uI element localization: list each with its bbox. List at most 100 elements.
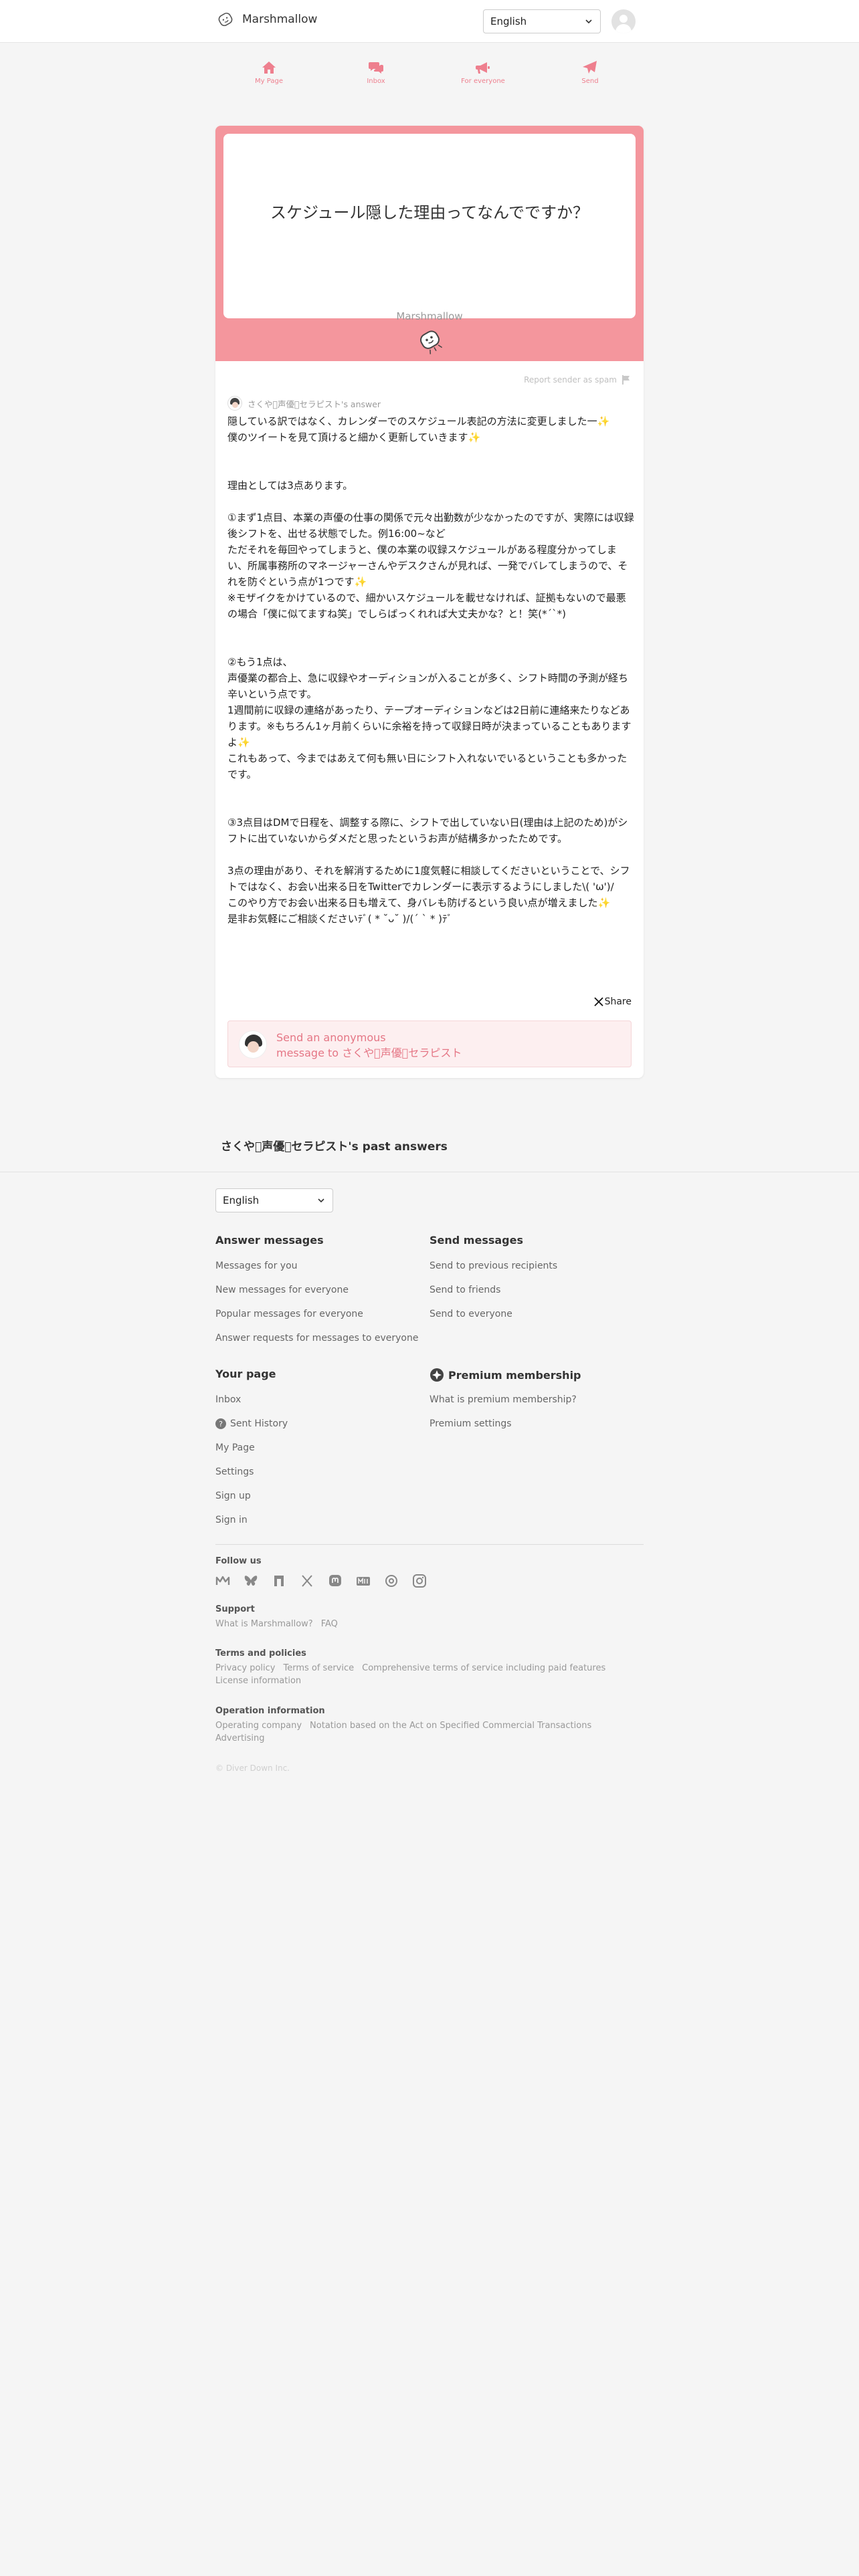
footer-link[interactable]: Messages for you [215,1254,418,1278]
footer-link[interactable]: My Page [215,1436,288,1460]
answer-paragraph [227,445,634,461]
footer-language-select[interactable]: English [215,1188,333,1212]
premium-links: What is premium membership? Premium sett… [430,1388,577,1436]
footer-link[interactable]: Comprehensive terms of service including… [362,1663,605,1673]
nav-my-page[interactable]: My Page [215,60,322,94]
answer-messages-links: Messages for you New messages for everyo… [215,1254,418,1350]
footer-link[interactable]: Sign up [215,1484,288,1508]
your-page-links: Inbox ? Sent History My Page Settings Si… [215,1388,288,1532]
paper-plane-icon [583,61,597,74]
answer-messages-heading: Answer messages [215,1234,324,1247]
answer-paragraph: 隠している訳ではなく、カレンダーでのスケジュール表記の方法に変更しました一✨ [227,415,610,427]
brand-name: Marshmallow [242,13,318,26]
site-footer: English Answer messages Messages for you… [0,1172,859,2576]
footer-link[interactable]: Premium settings [430,1412,577,1436]
footer-link[interactable]: Advertising [215,1733,265,1743]
question-text: スケジュール隠した理由ってなんでですか？ [270,203,589,222]
nav-for-everyone[interactable]: For everyone [430,60,537,94]
footer-link[interactable]: Send to previous recipients [430,1254,557,1278]
answer-paragraph: 声優業の都合上、急に収録やオーディションが入ることが多く、シフト時間の予測が経ち… [227,672,628,700]
nav-inbox[interactable]: Inbox [322,60,430,94]
send-line-1: Send an anonymous [276,1031,386,1044]
support-links: What is Marshmallow? FAQ [215,1619,644,1629]
answer-body: 隠している訳ではなく、カレンダーでのスケジュール表記の方法に変更しました一✨ 僕の… [227,413,634,927]
question-box: スケジュール隠した理由ってなんでですか？ Marshmallow [223,134,636,322]
footer-link[interactable]: Send to everyone [430,1302,557,1326]
answer-paragraph: 1週間前に収録の連絡があったり、テープオーディションなどは2日前に連絡来たりなど… [227,704,632,748]
nav-label: For everyone [461,78,505,85]
answer-card: スケジュール隠した理由ってなんでですか？ Marshmallow Report … [215,126,644,1078]
report-label: Report sender as spam [524,375,617,385]
answer-author[interactable]: さくや􀀀声優􀀁セラピスト's answer [227,396,381,411]
send-messages-links: Send to previous recipients Send to frie… [430,1254,557,1326]
gear-badge-icon [430,1368,444,1382]
answer-paragraph [227,782,634,798]
footer-link[interactable]: New messages for everyone [215,1278,418,1302]
marshmallow-mascot-icon [420,330,443,354]
footer-link[interactable]: Terms of service [283,1663,354,1673]
send-message-text: Send an anonymous message to さくや􀀀声優􀀁セラピス… [276,1030,462,1061]
nav-label: Inbox [367,78,385,85]
footer-link[interactable]: Sign in [215,1508,288,1532]
footer-link[interactable]: License information [215,1676,301,1686]
nota-icon[interactable] [272,1574,286,1588]
footer-link[interactable]: Operating company [215,1721,302,1731]
author-label: さくや􀀀声優􀀁セラピスト's answer [248,399,381,409]
misskey-icon[interactable] [215,1574,230,1588]
premium-heading: Premium membership [430,1368,581,1382]
your-page-heading: Your page [215,1368,276,1380]
instagram-icon[interactable] [412,1574,427,1588]
site-header: Marshmallow English [0,0,859,43]
recipient-avatar [239,1031,267,1059]
follow-us-heading: Follow us [215,1556,262,1566]
author-avatar [227,396,242,411]
answer-paragraph: ①まず1点目、本業の声優の仕事の関係で元々出勤数が少なかったのですが、実際には収… [227,512,634,540]
answer-paragraph: これもあって、今まではあえて何も無い日にシフト入れないでいるということも多かった… [227,752,628,780]
language-select[interactable]: English [483,9,601,33]
misskey-hub-icon[interactable] [356,1574,371,1588]
threads-icon[interactable] [384,1574,399,1588]
footer-link[interactable]: Notation based on the Act on Specified C… [310,1721,591,1731]
answer-paragraph: ※モザイクをかけているので、細かいスケジュールを載せなければ、証拠もないので最悪… [227,592,626,620]
brand-link[interactable]: Marshmallow [215,9,317,29]
svg-text:?: ? [219,1420,223,1428]
bluesky-icon[interactable] [244,1574,258,1588]
operation-links: Operating company Notation based on the … [215,1721,644,1743]
footer-link[interactable]: Settings [215,1460,288,1484]
send-line-2: message to さくや􀀀声優􀀁セラピスト [276,1047,462,1059]
copyright: © Diver Down Inc. [215,1763,290,1773]
footer-link[interactable]: Privacy policy [215,1663,275,1673]
footer-link[interactable]: Answer requests for messages to everyone [215,1326,418,1350]
nav-label: Send [581,78,599,85]
question-circle-icon: ? [215,1418,226,1429]
footer-divider [215,1544,644,1545]
sent-history-link[interactable]: ? Sent History [215,1412,288,1436]
answer-paragraph: ③3点目はDMで日程を、調整する際に、シフトで出していない日(理由は上記のため)… [227,817,628,845]
main-nav: My Page Inbox For everyone Send [215,60,644,94]
footer-link[interactable]: FAQ [321,1619,338,1629]
nav-send[interactable]: Send [537,60,644,94]
answer-paragraph [227,494,634,510]
footer-link[interactable]: Inbox [215,1388,288,1412]
share-button[interactable]: Share [593,996,632,1007]
home-icon [262,62,276,74]
answer-paragraph [227,622,634,638]
user-avatar[interactable] [611,9,636,33]
megaphone-icon [476,62,490,74]
share-label: Share [604,996,632,1007]
footer-link[interactable]: What is premium membership? [430,1388,577,1412]
mastodon-icon[interactable] [328,1574,343,1588]
send-message-box[interactable]: Send an anonymous message to さくや􀀀声優􀀁セラピス… [227,1021,632,1067]
chat-bubbles-icon [369,62,383,74]
report-spam-link[interactable]: Report sender as spam [524,374,632,385]
footer-link[interactable]: Send to friends [430,1278,557,1302]
x-icon[interactable] [300,1574,314,1588]
answer-paragraph: ただそれを毎回やってしまうと、僕の本業の収録スケジュールがある程度分かってしまい… [227,544,628,588]
chevron-down-icon [318,1198,324,1203]
answer-paragraph: 是非お気軽にご相談くださいﾃﾞ( * ˘ᴗ˘ )/(´ ` * )ﾃﾞ [227,913,452,925]
footer-link[interactable]: Popular messages for everyone [215,1302,418,1326]
answer-paragraph: ②もう1点は、 [227,656,293,668]
question-banner: スケジュール隠した理由ってなんでですか？ Marshmallow [215,126,644,361]
x-logo-icon [593,997,603,1006]
footer-link[interactable]: What is Marshmallow? [215,1619,313,1629]
